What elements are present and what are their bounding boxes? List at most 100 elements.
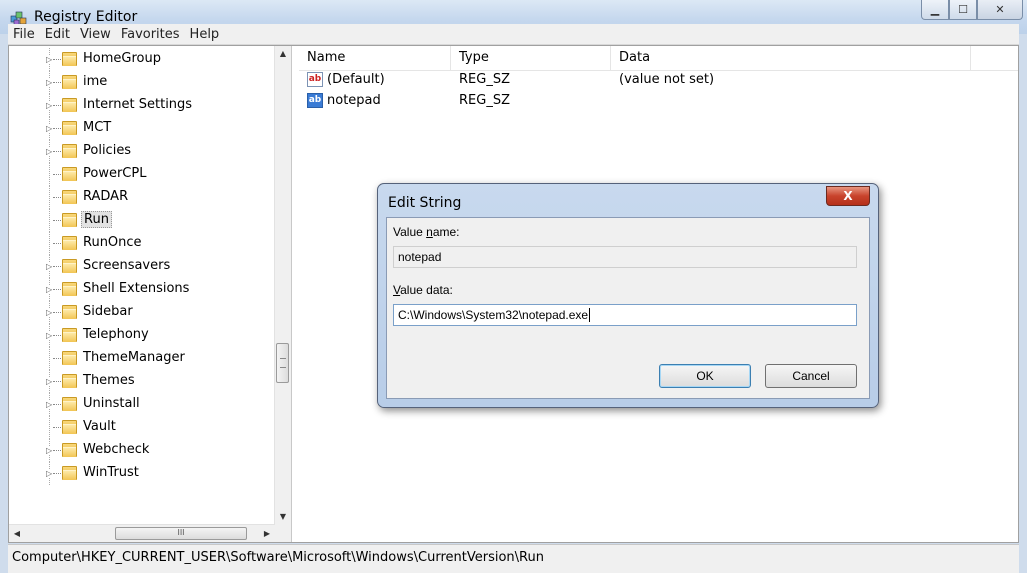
tree-item[interactable]: Run	[9, 209, 275, 232]
menu-edit[interactable]: Edit	[40, 27, 75, 42]
tree-item[interactable]: RADAR	[9, 186, 275, 209]
expand-arrow-icon[interactable]: ▷	[46, 55, 53, 64]
tree-item-label: Shell Extensions	[83, 281, 190, 296]
tree-item[interactable]: ▷ Themes	[9, 370, 275, 393]
scroll-grip-icon	[280, 358, 286, 368]
tree-vertical-scroll-thumb[interactable]	[276, 343, 289, 383]
tree-connector-line	[49, 416, 50, 439]
scroll-down-arrow-icon[interactable]: ▼	[275, 509, 291, 525]
tree-item[interactable]: ▷ MCT	[9, 117, 275, 140]
value-type: REG_SZ	[459, 72, 510, 87]
tree-item[interactable]: ▷ Telephony	[9, 324, 275, 347]
folder-icon	[62, 213, 77, 227]
value-data-input[interactable]: C:\Windows\System32\notepad.exe	[393, 304, 857, 326]
string-value-icon: ab	[307, 93, 323, 108]
tree-item[interactable]: Vault	[9, 416, 275, 439]
tree-item[interactable]: ▷ WinTrust	[9, 462, 275, 485]
folder-icon	[62, 144, 77, 158]
value-name-label: Value name:	[393, 225, 460, 239]
tree-item[interactable]: ▷ Sidebar	[9, 301, 275, 324]
expand-arrow-icon[interactable]: ▷	[46, 285, 53, 294]
dialog-close-button[interactable]: X	[826, 186, 870, 206]
expand-arrow-icon[interactable]: ▷	[46, 469, 53, 478]
tree-connector-line	[53, 243, 61, 244]
expand-arrow-icon[interactable]: ▷	[46, 262, 53, 271]
text-caret	[589, 308, 591, 322]
folder-icon	[62, 98, 77, 112]
menu-help[interactable]: Help	[185, 27, 225, 42]
scroll-corner	[275, 525, 291, 542]
expand-arrow-icon[interactable]: ▷	[46, 147, 53, 156]
expand-arrow-icon[interactable]: ▷	[46, 446, 53, 455]
registry-tree: ▷ HomeGroup ▷ ime ▷ Internet Settings ▷ MCT ▷ Pol…	[9, 48, 275, 485]
folder-icon	[62, 351, 77, 365]
tree-item[interactable]: PowerCPL	[9, 163, 275, 186]
status-bar: Computer\HKEY_CURRENT_USER\Software\Micr…	[8, 544, 1019, 573]
tree-connector-line	[53, 450, 61, 451]
tree-item-label: Screensavers	[83, 258, 171, 273]
folder-icon	[62, 328, 77, 342]
expand-arrow-icon[interactable]: ▷	[46, 308, 53, 317]
ok-button[interactable]: OK	[659, 364, 751, 388]
tree-item[interactable]: ▷ HomeGroup	[9, 48, 275, 71]
folder-icon	[62, 305, 77, 319]
folder-icon	[62, 75, 77, 89]
value-data: (value not set)	[619, 72, 715, 87]
value-row-notepad[interactable]: ab notepad REG_SZ	[299, 92, 1018, 112]
tree-connector-line	[53, 174, 61, 175]
scroll-up-arrow-icon[interactable]: ▲	[275, 46, 291, 62]
tree-item-label: ime	[83, 74, 108, 89]
tree-item-label: Internet Settings	[83, 97, 193, 112]
cancel-button[interactable]: Cancel	[765, 364, 857, 388]
column-header-type[interactable]: Type	[451, 46, 611, 70]
tree-horizontal-scroll-thumb[interactable]: III	[115, 527, 247, 540]
menu-view[interactable]: View	[75, 27, 116, 42]
expand-arrow-icon[interactable]: ▷	[46, 331, 53, 340]
window-controls: ▁ ☐ ✕	[921, 0, 1023, 22]
registry-tree-pane: ▷ HomeGroup ▷ ime ▷ Internet Settings ▷ MCT ▷ Pol…	[9, 46, 292, 542]
tree-connector-line	[49, 232, 50, 255]
column-header-name[interactable]: Name	[299, 46, 451, 70]
tree-vertical-scrollbar[interactable]: ▲ ▼	[274, 46, 291, 525]
tree-horizontal-scrollbar[interactable]: ◀ III ▶	[9, 524, 275, 542]
scroll-left-arrow-icon[interactable]: ◀	[9, 525, 25, 542]
tree-connector-line	[49, 163, 50, 186]
tree-connector-line	[53, 220, 61, 221]
tree-item[interactable]: ▷ Policies	[9, 140, 275, 163]
tree-connector-line	[53, 335, 61, 336]
tree-item[interactable]: ▷ Shell Extensions	[9, 278, 275, 301]
edit-string-dialog: Edit String X Value name: notepad Value …	[377, 183, 879, 408]
value-name: notepad	[327, 93, 381, 108]
value-row-default[interactable]: ab (Default) REG_SZ (value not set)	[299, 71, 1018, 91]
tree-item[interactable]: ▷ Webcheck	[9, 439, 275, 462]
tree-connector-line	[49, 186, 50, 209]
close-button[interactable]: ✕	[977, 0, 1023, 20]
column-header-data[interactable]: Data	[611, 46, 971, 70]
value-data-label: Value data:	[393, 283, 453, 297]
menu-file[interactable]: File	[8, 27, 40, 42]
menu-favorites[interactable]: Favorites	[116, 27, 185, 42]
tree-connector-line	[53, 381, 61, 382]
tree-item-label: WinTrust	[83, 465, 139, 480]
tree-item[interactable]: ▷ Uninstall	[9, 393, 275, 416]
maximize-button[interactable]: ☐	[949, 0, 977, 20]
scroll-right-arrow-icon[interactable]: ▶	[259, 525, 275, 542]
tree-connector-line	[53, 197, 61, 198]
tree-item[interactable]: ▷ ime	[9, 71, 275, 94]
tree-item[interactable]: RunOnce	[9, 232, 275, 255]
expand-arrow-icon[interactable]: ▷	[46, 78, 53, 87]
expand-arrow-icon[interactable]: ▷	[46, 377, 53, 386]
expand-arrow-icon[interactable]: ▷	[46, 400, 53, 409]
tree-item-label: Themes	[83, 373, 135, 388]
folder-icon	[62, 397, 77, 411]
expand-arrow-icon[interactable]: ▷	[46, 124, 53, 133]
folder-icon	[62, 121, 77, 135]
folder-icon	[62, 52, 77, 66]
tree-item[interactable]: ▷ Internet Settings	[9, 94, 275, 117]
tree-item[interactable]: ThemeManager	[9, 347, 275, 370]
menu-bar: File Edit View Favorites Help	[8, 24, 1019, 45]
tree-item-label: Sidebar	[83, 304, 133, 319]
minimize-button[interactable]: ▁	[921, 0, 949, 20]
expand-arrow-icon[interactable]: ▷	[46, 101, 53, 110]
tree-item[interactable]: ▷ Screensavers	[9, 255, 275, 278]
